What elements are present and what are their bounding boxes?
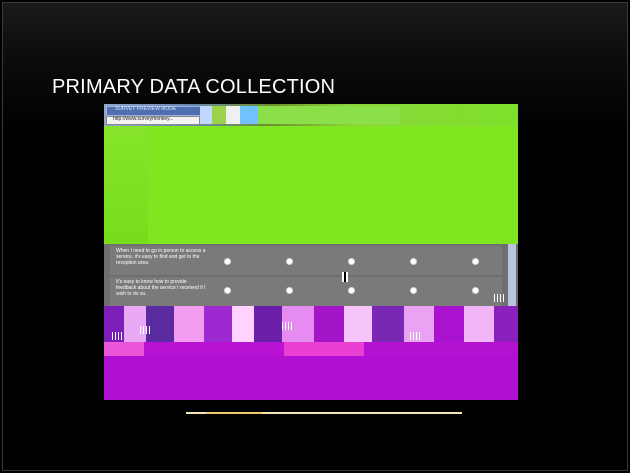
underline-highlight [206,412,262,414]
survey-question-text: When I need to go in person to access a … [116,248,206,266]
radio-option-1 [224,287,231,294]
decorative-underline [186,412,462,414]
survey-question-row: When I need to go in person to access a … [110,246,502,275]
slide-title: PRIMARY DATA COLLECTION [52,76,336,98]
artifact-mark [410,332,420,340]
radio-option-5 [472,258,479,265]
radio-option-4 [410,287,417,294]
embedded-survey-screenshot: SURVEY PREVIEW MODE http://www.surveymon… [104,104,518,400]
survey-question-row: It's easy to know how to provide feedbac… [110,277,502,306]
browser-tab-label: SURVEY PREVIEW MODE [115,106,177,112]
radio-option-4 [410,258,417,265]
presentation-slide: PRIMARY DATA COLLECTION SURVEY PREVIEW M… [0,0,630,473]
radio-option-1 [224,258,231,265]
corrupted-pixel-blocks [104,306,518,342]
address-bar-url: http://www.surveymonkey... [113,116,174,122]
corrupted-green-region [104,126,518,244]
survey-question-text: It's easy to know how to provide feedbac… [116,279,206,297]
artifact-mark [112,332,122,340]
artifact-mark [494,294,504,302]
artifact-mark [282,322,292,330]
scrollbar [508,244,516,306]
survey-matrix: When I need to go in person to access a … [104,244,518,306]
artifact-mark [140,326,150,334]
radio-option-3 [348,287,355,294]
address-bar: http://www.surveymonkey... [106,116,200,125]
corrupted-pixels-top [200,106,400,124]
corrupted-pixel-stripe [104,342,518,356]
text-cursor-icon [342,272,348,282]
radio-option-3 [348,258,355,265]
radio-option-5 [472,287,479,294]
radio-option-2 [286,287,293,294]
green-noise-strip [104,126,148,244]
browser-toolbar: SURVEY PREVIEW MODE http://www.surveymon… [104,104,518,126]
radio-option-2 [286,258,293,265]
